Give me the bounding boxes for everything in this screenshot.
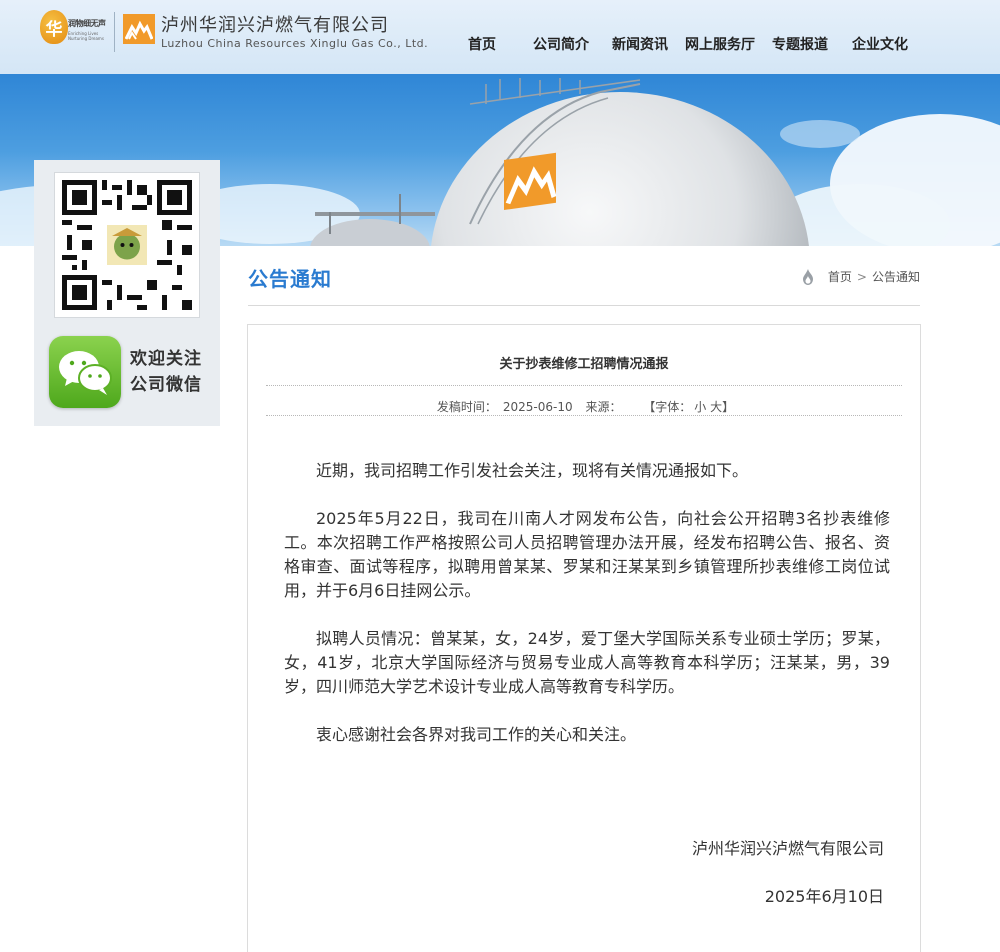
nav-home[interactable]: 首页 <box>468 34 496 54</box>
wechat-icon[interactable] <box>49 336 121 408</box>
home-flame-icon <box>802 268 813 285</box>
breadcrumb-separator: > <box>856 269 867 284</box>
brand-text: 泸州华润兴泸燃气有限公司 Luzhou China Resources Xing… <box>161 15 428 51</box>
wechat-follow-text: 欢迎关注 公司微信 <box>130 346 202 398</box>
signature-date: 2025年6月10日 <box>764 887 884 906</box>
nav-news[interactable]: 新闻资讯 <box>612 34 668 54</box>
nav-special-reports[interactable]: 专题报道 <box>772 34 828 54</box>
article-panel: 关于抄表维修工招聘情况通报 发稿时间： 2025-06-10 来源： 【字体：小 … <box>247 324 921 952</box>
article-meta: 发稿时间： 2025-06-10 来源： 【字体：小 大】 <box>248 398 920 415</box>
source-label: 来源： <box>585 400 622 414</box>
breadcrumb-home[interactable]: 首页 <box>828 268 852 285</box>
published-label: 发稿时间： 2025-06-10 <box>436 400 573 414</box>
logo-divider <box>114 12 115 52</box>
paragraph: 衷心感谢社会各界对我司工作的关心和关注。 <box>316 725 637 744</box>
partner-badge: 华 <box>40 10 68 44</box>
logo-group[interactable]: 华 润物细无声 Enriching Lives Nurturing Dreams… <box>38 10 428 54</box>
nav-culture[interactable]: 企业文化 <box>852 34 908 54</box>
article-title: 关于抄表维修工招聘情况通报 <box>499 357 669 372</box>
brand-logo-icon <box>123 14 155 44</box>
font-small-button[interactable]: 小 <box>694 400 706 414</box>
partner-logo-text: 润物细无声 <box>68 19 106 28</box>
title-divider <box>248 305 920 306</box>
font-large-button[interactable]: 大】 <box>710 400 734 414</box>
paragraph: 拟聘人员情况：曾某某，女，24岁，爱丁堡大学国际关系专业硕士学历；罗某，女，41… <box>284 629 890 696</box>
site-header: 华 润物细无声 Enriching Lives Nurturing Dreams… <box>0 0 1000 74</box>
company-name-cn: 泸州华润兴泸燃气有限公司 <box>161 15 389 36</box>
font-size-control: 【字体：小 大】 <box>643 400 735 414</box>
company-name-en: Luzhou China Resources Xinglu Gas Co., L… <box>161 37 429 50</box>
breadcrumb: 首页 > 公告通知 <box>802 268 920 285</box>
nav-online-service[interactable]: 网上服务厅 <box>685 34 755 54</box>
partner-logo-sub: Enriching Lives Nurturing Dreams <box>68 31 104 41</box>
paragraph: 近期，我司招聘工作引发社会关注，现将有关情况通报如下。 <box>316 461 749 480</box>
partner-logo: 华 润物细无声 Enriching Lives Nurturing Dreams <box>38 10 108 54</box>
page-title: 公告通知 <box>248 267 332 291</box>
published-date: 2025-06-10 <box>502 400 573 414</box>
signature-block: 泸州华润兴泸燃气有限公司 2025年6月10日 <box>692 837 884 909</box>
nav-about[interactable]: 公司简介 <box>533 34 589 54</box>
article-body: 近期，我司招聘工作引发社会关注，现将有关情况通报如下。 2025年5月22日，我… <box>284 459 890 771</box>
sidebar: 欢迎关注 公司微信 <box>34 160 220 426</box>
meta-dotted-divider <box>266 415 902 416</box>
wechat-line-1: 欢迎关注 <box>130 349 202 369</box>
breadcrumb-current[interactable]: 公告通知 <box>872 268 920 285</box>
paragraph: 2025年5月22日，我司在川南人才网发布公告，向社会公开招聘3名抄表维修工。本… <box>284 509 890 600</box>
qr-code-icon <box>54 172 200 318</box>
title-dotted-divider <box>266 385 902 386</box>
wechat-line-2: 公司微信 <box>130 375 202 395</box>
signature-org: 泸州华润兴泸燃气有限公司 <box>691 839 884 858</box>
